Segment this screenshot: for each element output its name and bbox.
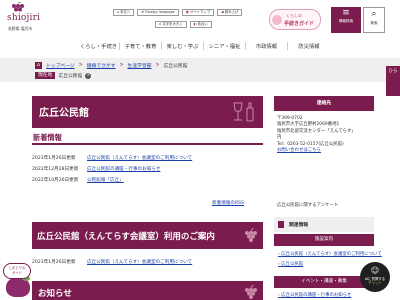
color-contrast-button[interactable]: ◐ 色合い — [189, 21, 212, 28]
usage-guide-link[interactable]: 広丘公民館（えんてらす）会議室のご利用について — [87, 259, 192, 267]
font-size-label: 文字を大きく — [162, 22, 183, 26]
event-link[interactable]: 広丘公民館の講座・行事のお知らせ — [278, 292, 351, 298]
breadcrumb-trail: ⌂ トップページ > 組織でさがす > 生涯学習部 > 広丘公民館 — [35, 62, 188, 69]
news-heading: 新着情報 — [32, 133, 263, 145]
current-location-badge: 現在地 — [35, 72, 56, 79]
skip-to-content-button[interactable]: ⌂ 本文へ — [113, 9, 135, 16]
wine-glass-bottle-icon — [233, 102, 254, 122]
news-date: 2023年1月26日更新 — [32, 156, 76, 161]
mascot-speech-bubble: しおじりの ガイド — [3, 263, 31, 279]
news-rss-link[interactable]: 新着情報のRSS — [212, 200, 244, 206]
side-open-tab[interactable]: ひら — [386, 66, 400, 96]
logo-subtitle: 長野県 塩尻市 — [8, 26, 32, 31]
close-icon[interactable]: × — [85, 72, 92, 79]
info-search-label: 情報検索 — [338, 19, 354, 23]
breadcrumb-link-department[interactable]: 生涯学習部 — [128, 62, 152, 69]
breadcrumb-separator: > — [78, 63, 83, 68]
grape-icon — [245, 285, 257, 299]
logo-wordmark: shiojiri — [7, 13, 41, 23]
menu-icon: ≡ — [342, 8, 350, 18]
site-logo[interactable]: shiojiri 長野県 塩尻市 — [4, 2, 44, 34]
news-link[interactable]: 広丘公民館の講座・行事のお知らせ — [87, 166, 160, 174]
usage-guide-heading-bar: 広丘公民館（えんてらす会議室）利用のご案内 — [32, 222, 263, 249]
breadcrumb: ⌂ トップページ > 組織でさがす > 生涯学習部 > 広丘公民館 現在地 広丘… — [0, 58, 400, 82]
speaker-icon: ◀ — [221, 10, 224, 14]
nav-item-disaster[interactable]: 防災情報 — [288, 42, 330, 50]
nav-item-learning[interactable]: 楽しむ・学ぶ — [162, 42, 204, 50]
search-button[interactable]: ⌕ 検索 — [363, 7, 385, 33]
nav-item-living[interactable]: くらし・手続き — [78, 42, 120, 50]
read-aloud-button[interactable]: ◀ 読み上げ — [217, 9, 243, 16]
document-icon — [278, 221, 284, 228]
sitemap-button[interactable]: ▦ サイトマップ — [181, 9, 215, 16]
news-item: 2022年10月26日更新 公民館報「広丘」 — [32, 177, 124, 185]
contact-inquiry-link[interactable]: お問い合わせはこちら — [277, 148, 373, 154]
color-contrast-label: 色合い — [197, 22, 208, 26]
ai-chat-button[interactable]: ☺ AIに質問する チャット — [360, 262, 390, 292]
read-aloud-label: 読み上げ — [224, 10, 239, 14]
display-toolbar: A 文字を大きく ◐ 色合い — [155, 21, 212, 28]
usage-guide-heading: 広丘公民館（えんてらす会議室）利用のご案内 — [37, 232, 215, 242]
page-title: 広丘公民館 — [39, 108, 89, 119]
breadcrumb-home-icon: ⌂ — [35, 62, 42, 69]
related-info-heading: 関連情報 — [274, 217, 374, 232]
breadcrumb-link-organization[interactable]: 組織でさがす — [87, 62, 116, 69]
related-info-label: 関連情報 — [289, 223, 309, 228]
news-heading-label: 新着情報 — [33, 133, 62, 142]
usage-guide-date: 2023年1月26日更新 — [32, 260, 76, 265]
breadcrumb-current-page: 広丘公民館 — [163, 64, 188, 69]
font-size-button[interactable]: A 文字を大きく — [155, 21, 187, 28]
info-search-menu-button[interactable]: ≡ 情報検索 — [331, 7, 361, 33]
mascot-guide-widget[interactable]: しおじりの ガイド — [0, 260, 40, 300]
foreign-language-label: Foreign language — [145, 10, 175, 14]
facility-guide-heading: 施設案内 — [274, 234, 374, 246]
skip-to-content-label: 本文へ — [120, 10, 131, 14]
search-icon: ⌕ — [371, 9, 377, 19]
utility-toolbar: ⌂ 本文へ ⊕ Foreign language ▦ サイトマップ ◀ 読み上げ — [113, 9, 243, 16]
global-nav: くらし・手続き 子育て・教育 楽しむ・学ぶ シニア・福祉 市政情報 防災情報 — [0, 36, 400, 56]
news-item: 2022年12月28日更新 広丘公民館の講座・行事のお知らせ — [32, 166, 160, 174]
foreign-language-button[interactable]: ⊕ Foreign language — [137, 9, 179, 16]
current-location: 現在地 広丘公民館 × — [35, 72, 92, 79]
nav-item-city-info[interactable]: 市政情報 — [246, 42, 288, 50]
procedure-guide-banner[interactable]: くらしの 手続きガイド — [269, 9, 321, 30]
page-title-bar: 広丘公民館 — [32, 96, 263, 128]
usage-guide-item: 2023年1月26日更新 広丘公民館（えんてらす）会議室のご利用について — [32, 259, 192, 267]
notice-heading-bar: お知らせ — [32, 281, 263, 300]
nav-item-childcare[interactable]: 子育て・教育 — [120, 42, 162, 50]
facility-link[interactable]: 広丘公民館 — [278, 261, 303, 267]
guide-illustration-icon — [272, 15, 282, 25]
news-link[interactable]: 広丘公民館（えんてらす）会議室のご利用について — [87, 155, 192, 163]
news-date: 2022年12月28日更新 — [32, 167, 79, 172]
news-link[interactable]: 公民館報「広丘」 — [87, 177, 124, 185]
breadcrumb-separator: > — [119, 63, 124, 68]
survey-text: 広丘公民館に関するアンケート — [277, 203, 339, 208]
grape-icon — [245, 228, 257, 242]
contact-heading: 連絡先 — [274, 96, 374, 111]
sitemap-icon: ▦ — [185, 10, 189, 14]
contact-info: 〒399-0702 塩尻市大字広丘野村2069番地1 塩尻市北部交流センター「え… — [277, 116, 373, 154]
event-heading: イベント・講座・募集 — [274, 276, 374, 288]
site-header: shiojiri 長野県 塩尻市 ⌂ 本文へ ⊕ Foreign languag… — [0, 0, 400, 35]
guide-banner-line2: 手続きガイド — [284, 21, 315, 27]
news-date: 2022年10月26日更新 — [32, 178, 79, 183]
current-location-text: 広丘公民館 — [58, 74, 83, 79]
news-item: 2023年1月26日更新 広丘公民館（えんてらす）会議室のご利用について — [32, 155, 192, 163]
sitemap-label: サイトマップ — [189, 10, 211, 14]
globe-icon: ⊕ — [141, 10, 145, 14]
home-icon: ⌂ — [117, 10, 120, 14]
breadcrumb-separator: > — [155, 63, 160, 68]
ai-chat-sublabel: チャット — [368, 281, 382, 285]
facility-link[interactable]: 広丘公民館（えんてらす）会議室のご利用について — [278, 251, 382, 257]
color-icon: ◐ — [193, 22, 197, 26]
font-size-icon: A — [159, 22, 162, 26]
nav-item-senior[interactable]: シニア・福祉 — [204, 42, 246, 50]
breadcrumb-link-top[interactable]: トップページ — [46, 62, 75, 69]
search-label: 検索 — [370, 21, 378, 25]
guide-banner-line1: くらしの — [286, 13, 302, 18]
notice-heading: お知らせ — [38, 289, 72, 299]
chat-bot-icon: ☺ — [370, 266, 380, 275]
